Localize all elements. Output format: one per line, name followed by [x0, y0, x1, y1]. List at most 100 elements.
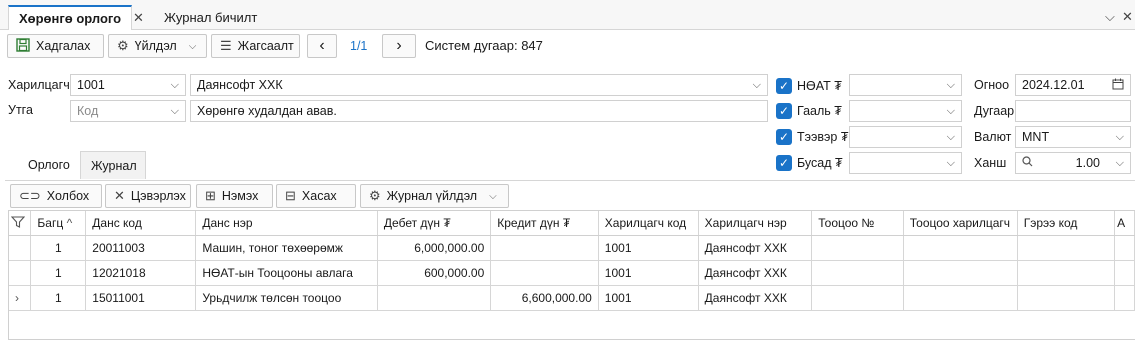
- other-select[interactable]: ⌵: [849, 152, 962, 174]
- vat-select[interactable]: ⌵: [849, 74, 962, 96]
- column-contract-code[interactable]: Гэрээ код: [1017, 211, 1116, 236]
- batch-cell[interactable]: 1: [30, 260, 87, 286]
- credit-cell[interactable]: [490, 260, 599, 286]
- customs-checkbox[interactable]: ✓: [776, 103, 792, 119]
- code-placeholder: Код: [77, 104, 99, 118]
- currency-select[interactable]: MNT ⌵: [1015, 126, 1131, 148]
- table-row[interactable]: 1 12021018 НӨАТ-ын Тооцооны авлага 600,0…: [9, 260, 1135, 286]
- account-name-cell[interactable]: НӨАТ-ын Тооцооны авлага: [195, 260, 378, 286]
- clear-button[interactable]: ✕ Цэвэрлэх: [105, 184, 191, 208]
- contract-code-cell[interactable]: [1017, 235, 1116, 261]
- partner-code-cell[interactable]: 1001: [598, 260, 699, 286]
- journal-toolbar: ⊂⊃ Холбох ✕ Цэвэрлэх ⊞ Нэмэх ⊟ Хасах ⚙ Ж…: [5, 180, 1135, 210]
- column-truncated[interactable]: А: [1114, 211, 1135, 236]
- contract-code-cell[interactable]: [1017, 260, 1116, 286]
- transport-checkbox[interactable]: ✓: [776, 129, 792, 145]
- tab-asset-income[interactable]: Хөрөнгө орлого: [8, 5, 133, 30]
- column-batch[interactable]: Багц ^: [30, 211, 87, 236]
- column-settlement-partner[interactable]: Тооцоо харилцагч: [903, 211, 1018, 236]
- remove-button[interactable]: ⊟ Хасах: [276, 184, 356, 208]
- customer-label: Харилцагч: [8, 78, 70, 92]
- settlement-partner-cell[interactable]: [903, 235, 1018, 261]
- extra-cell[interactable]: [1114, 260, 1135, 286]
- column-debit[interactable]: Дебет дүн ₮: [377, 211, 492, 236]
- column-settlement-number[interactable]: Тооцоо №: [811, 211, 904, 236]
- other-label: Бусад ₮: [797, 156, 843, 170]
- tab-journal-entry[interactable]: Журнал бичилт: [154, 5, 267, 30]
- account-code-cell[interactable]: 12021018: [85, 260, 197, 286]
- tab-label: Орлого: [28, 158, 70, 172]
- other-checkbox[interactable]: ✓: [776, 155, 792, 171]
- code-select[interactable]: Код ⌵: [70, 100, 186, 122]
- settlement-partner-cell[interactable]: [903, 260, 1018, 286]
- tab-label: Журнал бичилт: [164, 10, 258, 25]
- close-icon[interactable]: ✕: [1122, 9, 1133, 25]
- note-label: Утга: [8, 103, 33, 117]
- partner-code-cell[interactable]: 1001: [598, 235, 699, 261]
- batch-cell[interactable]: 1: [30, 285, 87, 311]
- system-number: Систем дугаар: 847: [425, 38, 543, 53]
- debit-cell[interactable]: 6,000,000.00: [377, 235, 492, 261]
- list-icon: ☰: [220, 38, 232, 53]
- column-account-code[interactable]: Данс код: [85, 211, 197, 236]
- account-code-cell[interactable]: 20011003: [85, 235, 197, 261]
- save-button[interactable]: Хадгалах: [7, 34, 104, 58]
- partner-name-cell[interactable]: Даянсофт ХХК: [698, 235, 813, 261]
- date-picker[interactable]: 2024.12.01: [1015, 74, 1131, 96]
- credit-cell[interactable]: 6,600,000.00: [490, 285, 599, 311]
- close-tab-icon[interactable]: ✕: [133, 10, 144, 26]
- column-partner-name[interactable]: Харилцагч нэр: [698, 211, 813, 236]
- debit-cell[interactable]: [377, 285, 492, 311]
- list-label: Жагсаалт: [237, 39, 294, 53]
- add-button[interactable]: ⊞ Нэмэх: [196, 184, 273, 208]
- tab-income[interactable]: Орлого: [18, 151, 80, 179]
- settlement-number-cell[interactable]: [811, 285, 904, 311]
- number-input[interactable]: [1015, 100, 1131, 122]
- customer-code-select[interactable]: 1001 ⌵: [70, 74, 186, 96]
- batch-cell[interactable]: 1: [30, 235, 87, 261]
- link-button[interactable]: ⊂⊃ Холбох: [10, 184, 102, 208]
- link-label: Холбох: [46, 189, 90, 203]
- account-name-cell[interactable]: Машин, тоног төхөөрөмж: [195, 235, 378, 261]
- contract-code-cell[interactable]: [1017, 285, 1116, 311]
- column-credit[interactable]: Кредит дүн ₮: [490, 211, 599, 236]
- calendar-icon[interactable]: [1112, 78, 1124, 93]
- next-page-button[interactable]: ›: [382, 34, 416, 58]
- column-account-name[interactable]: Данс нэр: [195, 211, 378, 236]
- table-row[interactable]: 1 20011003 Машин, тоног төхөөрөмж 6,000,…: [9, 235, 1135, 261]
- rate-spinner[interactable]: 1.00 ⌵: [1015, 152, 1131, 174]
- customs-select[interactable]: ⌵: [849, 100, 962, 122]
- previous-page-button[interactable]: ‹: [307, 34, 337, 58]
- note-value: Хөрөнгө худалдан авав.: [197, 104, 337, 118]
- row-marker: ›: [9, 285, 32, 311]
- extra-cell[interactable]: [1114, 235, 1135, 261]
- settlement-number-cell[interactable]: [811, 260, 904, 286]
- credit-cell[interactable]: [490, 235, 599, 261]
- chevron-down-icon: ⌵: [170, 104, 179, 117]
- account-code-cell[interactable]: 15011001: [85, 285, 197, 311]
- journal-actions-dropdown[interactable]: ⚙ Журнал үйлдэл ⌵: [360, 184, 509, 208]
- chevron-down-icon[interactable]: ⌵: [1105, 9, 1115, 25]
- settlement-number-cell[interactable]: [811, 235, 904, 261]
- transport-select[interactable]: ⌵: [849, 126, 962, 148]
- note-input[interactable]: Хөрөнгө худалдан авав.: [190, 100, 768, 122]
- save-label: Хадгалах: [36, 39, 91, 53]
- tab-label: Журнал: [91, 158, 137, 173]
- column-partner-code[interactable]: Харилцагч код: [598, 211, 699, 236]
- vat-checkbox[interactable]: ✓: [776, 78, 792, 94]
- page-indicator: 1/1: [350, 39, 368, 53]
- extra-cell[interactable]: [1114, 285, 1135, 311]
- partner-name-cell[interactable]: Даянсофт ХХК: [698, 285, 813, 311]
- partner-name-cell[interactable]: Даянсофт ХХК: [698, 260, 813, 286]
- partner-code-cell[interactable]: 1001: [598, 285, 699, 311]
- tab-journal[interactable]: Журнал: [80, 151, 146, 179]
- customer-name-select[interactable]: Даянсофт ХХК ⌵: [190, 74, 768, 96]
- plus-box-icon: ⊞: [205, 188, 216, 203]
- table-row[interactable]: › 1 15011001 Урьдчилж төлсөн тооцоо 6,60…: [9, 285, 1135, 311]
- account-name-cell[interactable]: Урьдчилж төлсөн тооцоо: [195, 285, 378, 311]
- filter-icon[interactable]: [9, 211, 32, 236]
- list-button[interactable]: ☰ Жагсаалт: [211, 34, 300, 58]
- debit-cell[interactable]: 600,000.00: [377, 260, 492, 286]
- settlement-partner-cell[interactable]: [903, 285, 1018, 311]
- actions-dropdown[interactable]: ⚙ Үйлдэл ⌵: [108, 34, 207, 58]
